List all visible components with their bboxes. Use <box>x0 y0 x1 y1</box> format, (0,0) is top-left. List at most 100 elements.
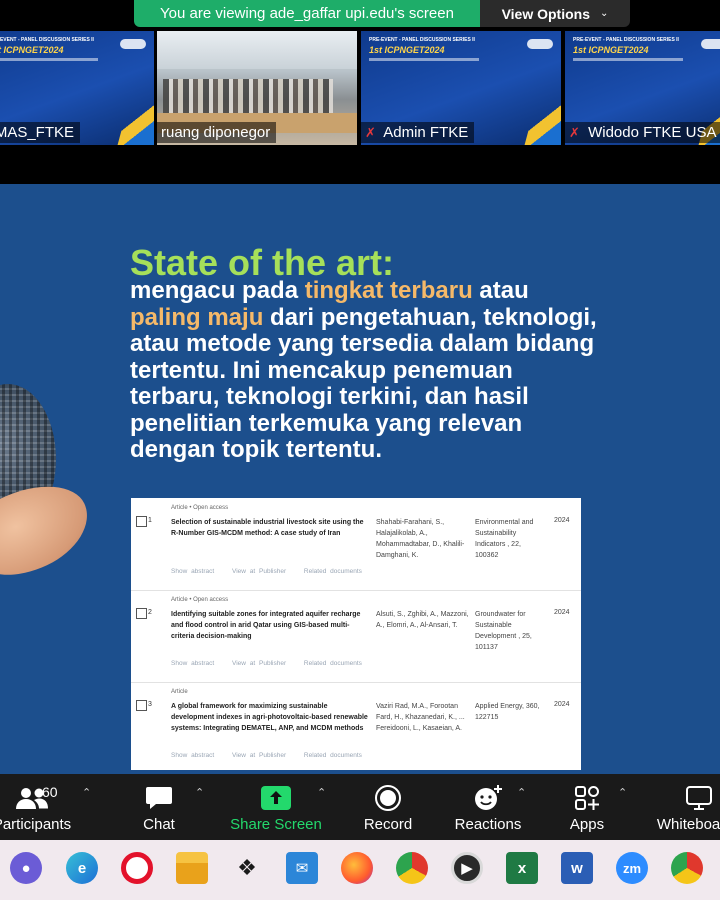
show-abstract-link[interactable]: Show abstract <box>171 660 214 667</box>
reactions-button[interactable]: Reactions <box>452 774 524 840</box>
whiteboards-label: Whiteboards <box>656 816 720 833</box>
article-number: 3 <box>148 701 152 708</box>
participants-button[interactable]: Participants <box>0 774 72 840</box>
share-screen-button[interactable]: Share Screen <box>228 774 324 840</box>
chrome-profile-icon[interactable] <box>396 852 428 884</box>
participant-strip: PRE-EVENT - PANEL DISCUSSION SERIES II 1… <box>0 27 720 147</box>
edge-icon[interactable]: e <box>66 852 98 884</box>
participant-name-label: ✗ Widodo FTKE USA <box>565 122 720 143</box>
mail-icon[interactable]: ✉ <box>286 852 318 884</box>
record-icon <box>374 780 402 816</box>
article-number: 2 <box>148 609 152 616</box>
taskbar: ● e ❖ ✉ ▶ x w zm <box>0 840 720 900</box>
show-abstract-link[interactable]: Show abstract <box>171 752 214 759</box>
tile-subtitle-bar <box>369 58 479 61</box>
select-checkbox[interactable] <box>136 516 147 527</box>
article-links: Show abstract View at Publisher Related … <box>171 660 376 667</box>
tile-series-text: PRE-EVENT - PANEL DISCUSSION SERIES II <box>0 37 94 43</box>
article-source: Environmental and Sustainability Indicat… <box>475 519 534 559</box>
participant-name-label: ✗ Admin FTKE <box>361 122 475 143</box>
chevron-up-icon[interactable]: ⌃ <box>82 786 91 799</box>
article-year: 2024 <box>554 609 570 616</box>
participant-name-label: UMAS_FTKE <box>0 122 81 143</box>
view-at-publisher-link[interactable]: View at Publisher <box>232 660 286 667</box>
chevron-up-icon[interactable]: ⌃ <box>517 786 526 799</box>
participant-name: Widodo FTKE USA <box>588 124 717 141</box>
share-screen-label: Share Screen <box>230 816 322 833</box>
chevron-up-icon[interactable]: ⌃ <box>618 786 627 799</box>
participant-count: 60 <box>42 784 58 800</box>
reactions-icon <box>473 780 503 816</box>
logos-icon <box>701 39 720 49</box>
select-checkbox[interactable] <box>136 608 147 619</box>
slide-body: mengacu pada tingkat terbaru atau paling… <box>130 277 600 464</box>
whiteboards-button[interactable]: Whiteboards <box>654 774 720 840</box>
slide-highlight: paling maju <box>130 303 264 331</box>
opera-icon[interactable] <box>121 852 153 884</box>
reactions-label: Reactions <box>454 816 522 833</box>
tile-series-text: PRE-EVENT - PANEL DISCUSSION SERIES II <box>573 37 679 43</box>
tile-series-text: PRE-EVENT - PANEL DISCUSSION SERIES II <box>369 37 475 43</box>
dropbox-icon[interactable]: ❖ <box>231 852 263 884</box>
article-authors: Alsuti, S., Zghibi, A., Mazzoni, A., Elo… <box>376 611 469 629</box>
tile-event-text: 1st ICPNGET2024 <box>0 45 64 55</box>
media-player-icon[interactable]: ▶ <box>451 852 483 884</box>
article-list: 1 Article • Open access Selection of sus… <box>131 498 581 770</box>
related-documents-link[interactable]: Related documents <box>304 568 362 575</box>
slide-highlight: tingkat terbaru <box>304 277 473 304</box>
participant-tile[interactable]: PRE-EVENT - PANEL DISCUSSION SERIES II 1… <box>565 31 720 145</box>
article-title[interactable]: A global framework for maximizing sustai… <box>171 701 371 734</box>
participant-name: ruang diponegor <box>161 124 271 141</box>
article-links: Show abstract View at Publisher Related … <box>171 752 376 759</box>
list-item: 3 Article A global framework for maximiz… <box>131 682 581 770</box>
discord-icon[interactable]: ● <box>10 852 42 884</box>
meeting-toolbar: Participants 60 ⌃ Chat ⌃ Share Screen ⌃ … <box>0 774 720 840</box>
chevron-up-icon[interactable]: ⌃ <box>317 786 326 799</box>
view-at-publisher-link[interactable]: View at Publisher <box>232 752 286 759</box>
view-options-label: View Options <box>501 5 591 22</box>
firefox-icon[interactable] <box>341 852 373 884</box>
chat-icon <box>145 780 173 816</box>
logos-icon <box>527 39 553 49</box>
word-icon[interactable]: w <box>561 852 593 884</box>
decorative-stripes <box>522 91 561 145</box>
show-abstract-link[interactable]: Show abstract <box>171 568 214 575</box>
select-checkbox[interactable] <box>136 700 147 711</box>
article-title[interactable]: Identifying suitable zones for integrate… <box>171 609 371 642</box>
participant-tile[interactable]: PRE-EVENT - PANEL DISCUSSION SERIES II 1… <box>361 31 561 145</box>
participant-name: Admin FTKE <box>383 124 469 141</box>
chat-button[interactable]: Chat <box>134 774 184 840</box>
chevron-up-icon[interactable]: ⌃ <box>195 786 204 799</box>
shared-slide: State of the art: mengacu pada tingkat t… <box>0 184 720 774</box>
zoom-icon[interactable]: zm <box>616 852 648 884</box>
tile-subtitle-bar <box>0 58 98 61</box>
slide-body-text: mengacu pada <box>130 277 305 304</box>
logos-icon <box>120 39 146 49</box>
article-authors: Vaziri Rad, M.A., Forootan Fard, H., Kha… <box>376 703 465 732</box>
article-number: 1 <box>148 517 152 524</box>
record-button[interactable]: Record <box>358 774 418 840</box>
view-options-button[interactable]: View Options ⌄ <box>480 0 630 27</box>
participant-tile[interactable]: PRE-EVENT - PANEL DISCUSSION SERIES II 1… <box>0 31 154 145</box>
chrome-icon[interactable] <box>671 852 703 884</box>
apps-button[interactable]: Apps <box>566 774 608 840</box>
view-at-publisher-link[interactable]: View at Publisher <box>232 568 286 575</box>
excel-icon[interactable]: x <box>506 852 538 884</box>
article-type: Article • Open access <box>171 505 229 511</box>
tile-subtitle-bar <box>573 58 683 61</box>
decorative-stripes <box>115 91 154 145</box>
record-label: Record <box>363 816 413 833</box>
tile-event-text: 1st ICPNGET2024 <box>369 45 445 55</box>
participant-tile[interactable]: ruang diponegor <box>157 31 357 145</box>
article-title[interactable]: Selection of sustainable industrial live… <box>171 517 371 539</box>
mic-muted-icon: ✗ <box>569 125 580 140</box>
room-audience <box>163 79 333 115</box>
article-year: 2024 <box>554 701 570 708</box>
files-icon[interactable] <box>176 852 208 884</box>
related-documents-link[interactable]: Related documents <box>304 752 362 759</box>
mic-muted-icon: ✗ <box>365 125 376 140</box>
share-screen-icon <box>260 780 292 816</box>
screen-share-banner: You are viewing ade_gaffar upi.edu's scr… <box>134 0 630 27</box>
tile-event-text: 1st ICPNGET2024 <box>573 45 649 55</box>
related-documents-link[interactable]: Related documents <box>304 660 362 667</box>
